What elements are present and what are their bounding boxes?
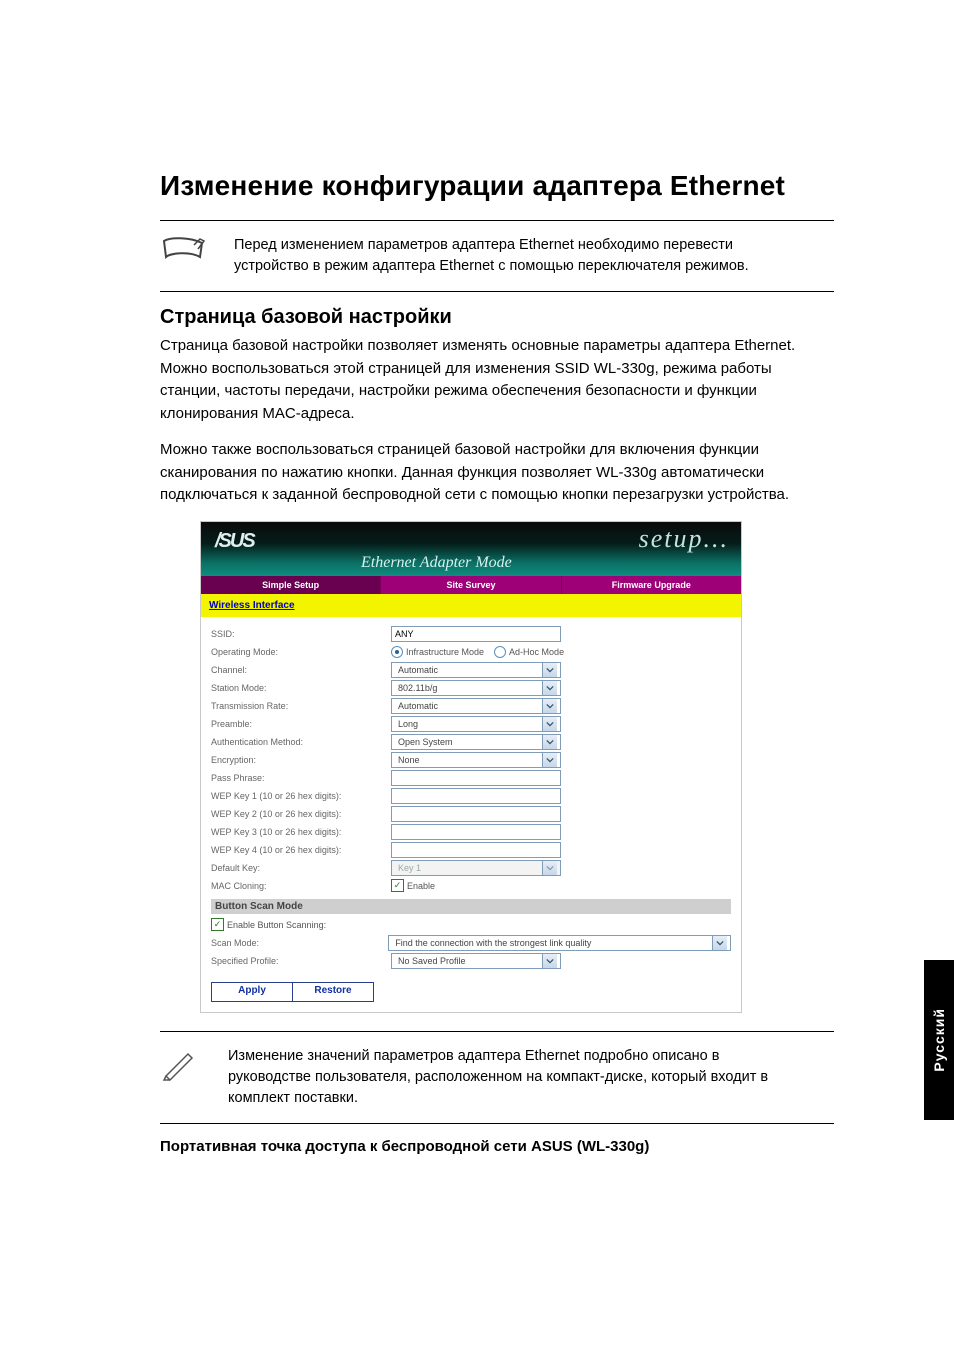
radio-dot-icon	[391, 646, 403, 658]
divider	[160, 1123, 834, 1124]
radio-infra-label: Infrastructure Mode	[406, 647, 484, 657]
checkbox-icon	[211, 918, 224, 931]
label-ssid: SSID:	[211, 629, 391, 639]
radio-infrastructure[interactable]: Infrastructure Mode	[391, 646, 484, 658]
mode-title: Ethernet Adapter Mode	[361, 554, 512, 572]
document-page: Изменение конфигурации адаптера Ethernet…	[0, 0, 954, 1351]
apply-button[interactable]: Apply	[211, 982, 293, 1002]
label-station-mode: Station Mode:	[211, 683, 391, 693]
note-text-1: Перед изменением параметров адаптера Eth…	[234, 235, 794, 277]
divider	[160, 1031, 834, 1032]
divider	[160, 291, 834, 292]
label-wep4: WEP Key 4 (10 or 26 hex digits):	[211, 845, 391, 855]
note-block-2: Изменение значений параметров адаптера E…	[160, 1040, 834, 1119]
ui-banner: /SUS Ethernet Adapter Mode setup...	[201, 522, 741, 576]
profile-select[interactable]: No Saved Profile	[391, 953, 561, 969]
wep4-input[interactable]	[391, 842, 561, 858]
default-key-select[interactable]: Key 1	[391, 860, 561, 876]
chevron-down-icon	[542, 663, 557, 677]
label-auth-method: Authentication Method:	[211, 737, 391, 747]
pencil-icon	[160, 1046, 200, 1082]
label-wep3: WEP Key 3 (10 or 26 hex digits):	[211, 827, 391, 837]
chevron-down-icon	[542, 735, 557, 749]
station-value: 802.11b/g	[395, 683, 542, 693]
ui-tabs: Simple Setup Site Survey Firmware Upgrad…	[201, 576, 741, 594]
profile-value: No Saved Profile	[395, 956, 542, 966]
tx-rate-select[interactable]: Automatic	[391, 698, 561, 714]
chevron-down-icon	[542, 753, 557, 767]
station-mode-select[interactable]: 802.11b/g	[391, 680, 561, 696]
enable-button-scanning-checkbox[interactable]: Enable Button Scanning:	[211, 918, 326, 931]
tab-site-survey[interactable]: Site Survey	[381, 576, 561, 594]
preamble-value: Long	[395, 719, 542, 729]
subheading: Страница базовой настройки	[160, 306, 834, 329]
section-button-scan-mode: Button Scan Mode	[211, 899, 731, 914]
label-operating-mode: Operating Mode:	[211, 647, 391, 657]
restore-button[interactable]: Restore	[293, 982, 374, 1002]
encryption-value: None	[395, 755, 542, 765]
chevron-down-icon	[542, 699, 557, 713]
label-encryption: Encryption:	[211, 755, 391, 765]
chevron-down-icon	[542, 717, 557, 731]
note-text-2: Изменение значений параметров адаптера E…	[228, 1046, 788, 1109]
scan-mode-value: Find the connection with the strongest l…	[392, 938, 712, 948]
wep1-input[interactable]	[391, 788, 561, 804]
label-channel: Channel:	[211, 665, 391, 675]
mac-cloning-checkbox[interactable]: Enable	[391, 879, 435, 892]
paragraph-2: Можно также воспользоваться страницей ба…	[160, 439, 834, 507]
chevron-down-icon	[542, 954, 557, 968]
label-preamble: Preamble:	[211, 719, 391, 729]
radio-dot-icon	[494, 646, 506, 658]
label-default-key: Default Key:	[211, 863, 391, 873]
default-key-value: Key 1	[395, 863, 542, 873]
auth-value: Open System	[395, 737, 542, 747]
label-mac-cloning: MAC Cloning:	[211, 881, 391, 891]
checkbox-icon	[391, 879, 404, 892]
note-block-1: Перед изменением параметров адаптера Eth…	[160, 229, 834, 287]
radio-adhoc-label: Ad-Hoc Mode	[509, 647, 564, 657]
label-wep2: WEP Key 2 (10 or 26 hex digits):	[211, 809, 391, 819]
chevron-down-icon	[542, 681, 557, 695]
tx-value: Automatic	[395, 701, 542, 711]
label-specified-profile: Specified Profile:	[211, 956, 391, 966]
channel-select[interactable]: Automatic	[391, 662, 561, 678]
paragraph-1: Страница базовой настройки позволяет изм…	[160, 335, 834, 425]
mac-enable-label: Enable	[407, 881, 435, 891]
section-wireless-interface: Wireless Interface	[201, 594, 741, 617]
label-transmission-rate: Transmission Rate:	[211, 701, 391, 711]
wep2-input[interactable]	[391, 806, 561, 822]
enable-scanning-label: Enable Button Scanning:	[227, 920, 326, 930]
chevron-down-icon	[542, 861, 557, 875]
chevron-down-icon	[712, 936, 727, 950]
note-icon	[160, 235, 206, 267]
setup-text: setup...	[639, 524, 729, 554]
router-ui: /SUS Ethernet Adapter Mode setup... Simp…	[200, 521, 742, 1013]
scan-mode-select[interactable]: Find the connection with the strongest l…	[388, 935, 731, 951]
auth-select[interactable]: Open System	[391, 734, 561, 750]
wep3-input[interactable]	[391, 824, 561, 840]
encryption-select[interactable]: None	[391, 752, 561, 768]
radio-adhoc[interactable]: Ad-Hoc Mode	[494, 646, 564, 658]
footer-title: Портативная точка доступа к беспроводной…	[160, 1138, 834, 1155]
ui-form: SSID: Operating Mode: Infrastructure Mod…	[201, 617, 741, 1012]
label-wep1: WEP Key 1 (10 or 26 hex digits):	[211, 791, 391, 801]
language-side-tab: Русский	[924, 960, 954, 1120]
passphrase-input[interactable]	[391, 770, 561, 786]
ssid-input[interactable]	[391, 626, 561, 642]
page-title: Изменение конфигурации адаптера Ethernet	[160, 170, 834, 202]
tab-firmware-upgrade[interactable]: Firmware Upgrade	[562, 576, 741, 594]
tab-simple-setup[interactable]: Simple Setup	[201, 576, 381, 594]
divider	[160, 220, 834, 221]
channel-value: Automatic	[395, 665, 542, 675]
label-pass-phrase: Pass Phrase:	[211, 773, 391, 783]
brand-logo: /SUS	[215, 530, 254, 553]
language-label: Русский	[931, 1008, 947, 1072]
preamble-select[interactable]: Long	[391, 716, 561, 732]
label-scan-mode: Scan Mode:	[211, 938, 388, 948]
